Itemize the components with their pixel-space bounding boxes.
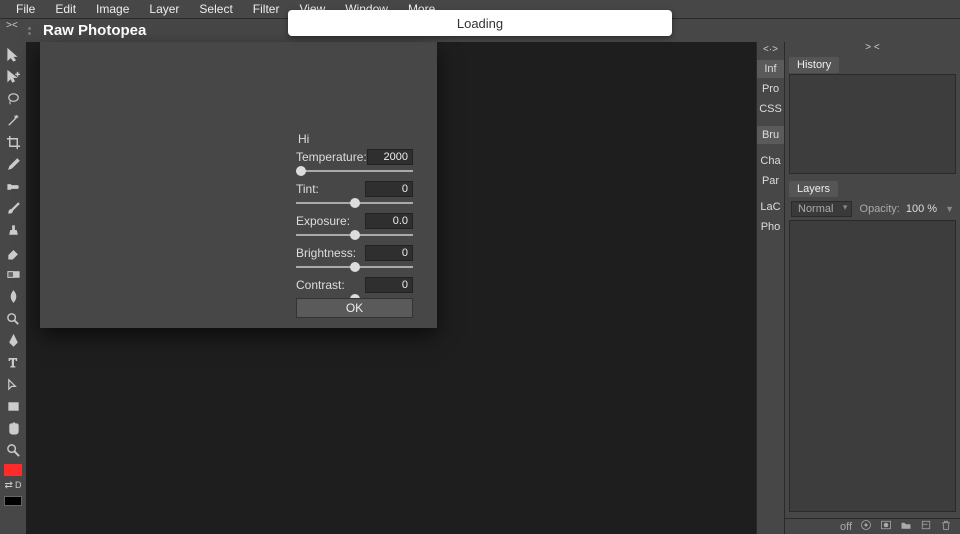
param-temperature-value[interactable]: 2000 bbox=[367, 149, 413, 165]
opacity-dropdown-icon[interactable]: ▼ bbox=[945, 204, 954, 214]
blur-tool[interactable] bbox=[2, 286, 24, 306]
raw-dialog: Hi Temperature: 2000 Tint: 0 Exposure: 0… bbox=[40, 42, 437, 328]
param-tint-value[interactable]: 0 bbox=[365, 181, 413, 197]
panels-collapse-icon[interactable]: > < bbox=[785, 42, 960, 56]
blend-mode-select[interactable]: Normal bbox=[791, 201, 852, 217]
history-tab[interactable]: History bbox=[789, 57, 839, 73]
brush-tool[interactable] bbox=[2, 198, 24, 218]
tabstrip-brush[interactable]: Bru bbox=[757, 126, 784, 144]
param-exposure-slider[interactable] bbox=[296, 230, 413, 240]
loading-banner: Loading bbox=[288, 10, 672, 36]
opacity-label: Opacity: bbox=[860, 203, 900, 215]
param-brightness-value[interactable]: 0 bbox=[365, 245, 413, 261]
hand-tool[interactable] bbox=[2, 418, 24, 438]
swap-colors[interactable]: ⇄ D bbox=[1, 478, 25, 492]
eyedropper-tool[interactable] bbox=[2, 154, 24, 174]
dodge-tool[interactable] bbox=[2, 308, 24, 328]
tools-panel: + T ⇄ D bbox=[0, 42, 26, 534]
layers-footer: off bbox=[785, 518, 960, 534]
param-tint-slider[interactable] bbox=[296, 198, 413, 208]
param-temperature-label: Temperature: bbox=[296, 150, 367, 164]
menu-file[interactable]: File bbox=[6, 0, 45, 18]
param-contrast-value[interactable]: 0 bbox=[365, 277, 413, 293]
svg-text:T: T bbox=[8, 355, 16, 370]
tabstrip-css[interactable]: CSS bbox=[757, 100, 784, 118]
healing-brush-tool[interactable] bbox=[2, 176, 24, 196]
eraser-tool[interactable] bbox=[2, 242, 24, 262]
opacity-value[interactable]: 100 % bbox=[906, 203, 937, 215]
param-contrast-label: Contrast: bbox=[296, 278, 345, 292]
tabstrip-photo[interactable]: Pho bbox=[757, 218, 784, 236]
folder-icon[interactable] bbox=[900, 519, 912, 534]
magic-wand-tool[interactable] bbox=[2, 110, 24, 130]
right-panels: > < History Layers Normal Opacity: 100 %… bbox=[784, 42, 960, 534]
menu-select[interactable]: Select bbox=[189, 0, 242, 18]
crop-tool[interactable] bbox=[2, 132, 24, 152]
param-tint-label: Tint: bbox=[296, 182, 319, 196]
new-layer-icon[interactable] bbox=[920, 519, 932, 534]
menu-filter[interactable]: Filter bbox=[243, 0, 290, 18]
right-tab-strip: <·> Inf Pro CSS Bru Cha Par LaC Pho bbox=[756, 42, 784, 534]
layers-panel-body bbox=[789, 220, 956, 512]
clone-stamp-tool[interactable] bbox=[2, 220, 24, 240]
zoom-tool[interactable] bbox=[2, 440, 24, 460]
ok-button[interactable]: OK bbox=[296, 298, 413, 318]
lasso-tool[interactable] bbox=[2, 88, 24, 108]
background-color-swatch[interactable] bbox=[4, 496, 22, 506]
svg-text:+: + bbox=[15, 69, 20, 78]
menu-image[interactable]: Image bbox=[86, 0, 139, 18]
collapse-toolbar-toggle[interactable]: >< bbox=[6, 20, 18, 31]
text-tool[interactable]: T bbox=[2, 352, 24, 372]
loading-text: Loading bbox=[457, 16, 503, 31]
default-colors-label: D bbox=[15, 480, 22, 490]
tabstrip-collapse-icon[interactable]: <·> bbox=[763, 44, 778, 58]
path-select-tool[interactable] bbox=[2, 374, 24, 394]
menu-layer[interactable]: Layer bbox=[139, 0, 189, 18]
mask-icon[interactable] bbox=[880, 519, 892, 534]
footer-off-label: off bbox=[840, 521, 852, 533]
layers-panel-header: Layers bbox=[785, 180, 960, 198]
tabstrip-paragraph[interactable]: Par bbox=[757, 172, 784, 190]
history-panel-body bbox=[789, 74, 956, 174]
rectangle-tool[interactable] bbox=[2, 396, 24, 416]
move-tool[interactable] bbox=[2, 44, 24, 64]
drag-handle-icon bbox=[28, 27, 31, 35]
param-temperature-slider[interactable] bbox=[296, 166, 413, 176]
menu-edit[interactable]: Edit bbox=[45, 0, 86, 18]
tabstrip-info[interactable]: Inf bbox=[757, 60, 784, 78]
param-exposure-label: Exposure: bbox=[296, 214, 350, 228]
history-panel-header: History bbox=[785, 56, 960, 74]
gradient-tool[interactable] bbox=[2, 264, 24, 284]
trash-icon[interactable] bbox=[940, 519, 952, 534]
tabstrip-layer-comps[interactable]: LaC bbox=[757, 198, 784, 216]
tabstrip-channels[interactable]: Cha bbox=[757, 152, 784, 170]
param-brightness-label: Brightness: bbox=[296, 246, 356, 260]
tabstrip-properties[interactable]: Pro bbox=[757, 80, 784, 98]
pen-tool[interactable] bbox=[2, 330, 24, 350]
dialog-title: Raw Photopea bbox=[43, 22, 146, 39]
layers-tab[interactable]: Layers bbox=[789, 181, 838, 197]
param-brightness-slider[interactable] bbox=[296, 262, 413, 272]
foreground-color-swatch[interactable] bbox=[4, 464, 22, 476]
layers-controls: Normal Opacity: 100 % ▼ bbox=[785, 198, 960, 220]
dialog-greeting: Hi bbox=[298, 132, 309, 146]
select-tool[interactable]: + bbox=[2, 66, 24, 86]
param-exposure-value[interactable]: 0.0 bbox=[365, 213, 413, 229]
fx-icon[interactable] bbox=[860, 519, 872, 534]
